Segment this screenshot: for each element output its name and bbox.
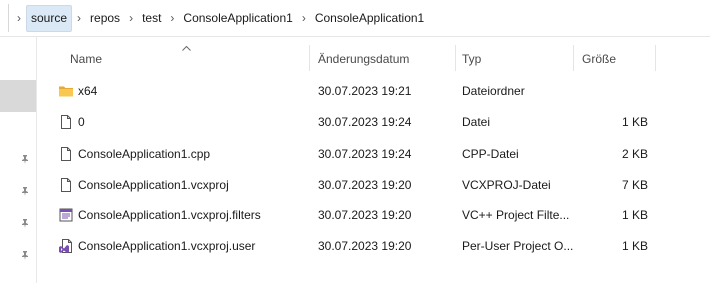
pin-icon bbox=[20, 218, 30, 228]
file-row-vcxproj-user[interactable]: ConsoleApplication1.vcxproj.user 30.07.2… bbox=[48, 231, 704, 261]
column-divider[interactable] bbox=[573, 45, 574, 71]
file-row-vcxproj[interactable]: ConsoleApplication1.vcxproj 30.07.2023 1… bbox=[48, 170, 704, 200]
file-date: 30.07.2023 19:20 bbox=[318, 208, 412, 222]
pin-icon bbox=[20, 154, 30, 164]
vs-user-icon bbox=[58, 238, 74, 254]
file-size: 1 KB bbox=[621, 239, 648, 253]
file-name: 0 bbox=[78, 115, 85, 129]
file-type: VC++ Project Filte... bbox=[462, 208, 570, 222]
file-name: ConsoleApplication1.cpp bbox=[78, 147, 211, 161]
file-size: 1 KB bbox=[621, 208, 648, 222]
chevron-right-icon[interactable]: › bbox=[12, 6, 26, 31]
file-size bbox=[580, 76, 648, 106]
file-row-vcxproj-filters[interactable]: ConsoleApplication1.vcxproj.filters 30.0… bbox=[48, 200, 704, 230]
chevron-right-icon[interactable]: › bbox=[297, 6, 311, 31]
chevron-right-icon[interactable]: › bbox=[165, 6, 179, 31]
column-header-date[interactable]: Änderungsdatum bbox=[318, 45, 454, 73]
column-header-size[interactable]: Größe bbox=[582, 45, 652, 73]
column-header-type[interactable]: Typ bbox=[462, 45, 572, 73]
chevron-right-icon[interactable]: › bbox=[72, 6, 86, 31]
column-divider[interactable] bbox=[309, 45, 310, 71]
file-row-x64[interactable]: x64 30.07.2023 19:21 Dateiordner bbox=[48, 76, 704, 106]
column-divider[interactable] bbox=[655, 45, 656, 71]
file-date: 30.07.2023 19:24 bbox=[318, 147, 412, 161]
file-row-cpp[interactable]: ConsoleApplication1.cpp 30.07.2023 19:24… bbox=[48, 139, 704, 169]
breadcrumb-item-consoleapplication1-current[interactable]: ConsoleApplication1 bbox=[311, 6, 428, 31]
navigation-pane bbox=[0, 37, 37, 283]
file-row-0[interactable]: 0 30.07.2023 19:24 Datei 1 KB bbox=[48, 107, 704, 137]
file-date: 30.07.2023 19:24 bbox=[318, 115, 412, 129]
pin-icon bbox=[20, 250, 30, 260]
file-icon bbox=[58, 114, 74, 130]
file-type: Datei bbox=[462, 115, 491, 129]
file-size: 2 KB bbox=[621, 147, 648, 161]
filters-icon bbox=[58, 207, 74, 223]
breadcrumb-item-test[interactable]: test bbox=[138, 6, 165, 31]
nav-item-selected[interactable] bbox=[0, 80, 36, 112]
column-header-name[interactable]: Name bbox=[70, 45, 306, 73]
file-name: ConsoleApplication1.vcxproj.user bbox=[78, 239, 256, 253]
file-name: ConsoleApplication1.vcxproj.filters bbox=[78, 208, 261, 222]
folder-icon bbox=[58, 83, 74, 99]
chevron-right-icon[interactable]: › bbox=[124, 6, 138, 31]
file-size: 1 KB bbox=[621, 115, 648, 129]
file-name: ConsoleApplication1.vcxproj bbox=[78, 178, 229, 192]
file-date: 30.07.2023 19:20 bbox=[318, 178, 412, 192]
file-type: CPP-Datei bbox=[462, 147, 519, 161]
breadcrumb-item-source[interactable]: source bbox=[26, 5, 73, 32]
file-icon bbox=[58, 146, 74, 162]
file-date: 30.07.2023 19:20 bbox=[318, 239, 412, 253]
file-type: Dateiordner bbox=[462, 84, 525, 98]
file-type: Per-User Project O... bbox=[462, 239, 574, 253]
file-size: 7 KB bbox=[621, 178, 648, 192]
column-divider[interactable] bbox=[455, 45, 456, 71]
breadcrumb-item-consoleapplication1[interactable]: ConsoleApplication1 bbox=[179, 6, 296, 31]
file-type: VCXPROJ-Datei bbox=[462, 178, 551, 192]
breadcrumb: › source › repos › test › ConsoleApplica… bbox=[12, 5, 428, 32]
file-icon bbox=[58, 177, 74, 193]
pin-icon bbox=[20, 186, 30, 196]
address-bar[interactable]: › source › repos › test › ConsoleApplica… bbox=[0, 0, 710, 37]
file-date: 30.07.2023 19:21 bbox=[318, 84, 412, 98]
breadcrumb-item-repos[interactable]: repos bbox=[86, 6, 124, 31]
file-name: x64 bbox=[78, 84, 98, 98]
address-bar-edge bbox=[0, 4, 9, 32]
